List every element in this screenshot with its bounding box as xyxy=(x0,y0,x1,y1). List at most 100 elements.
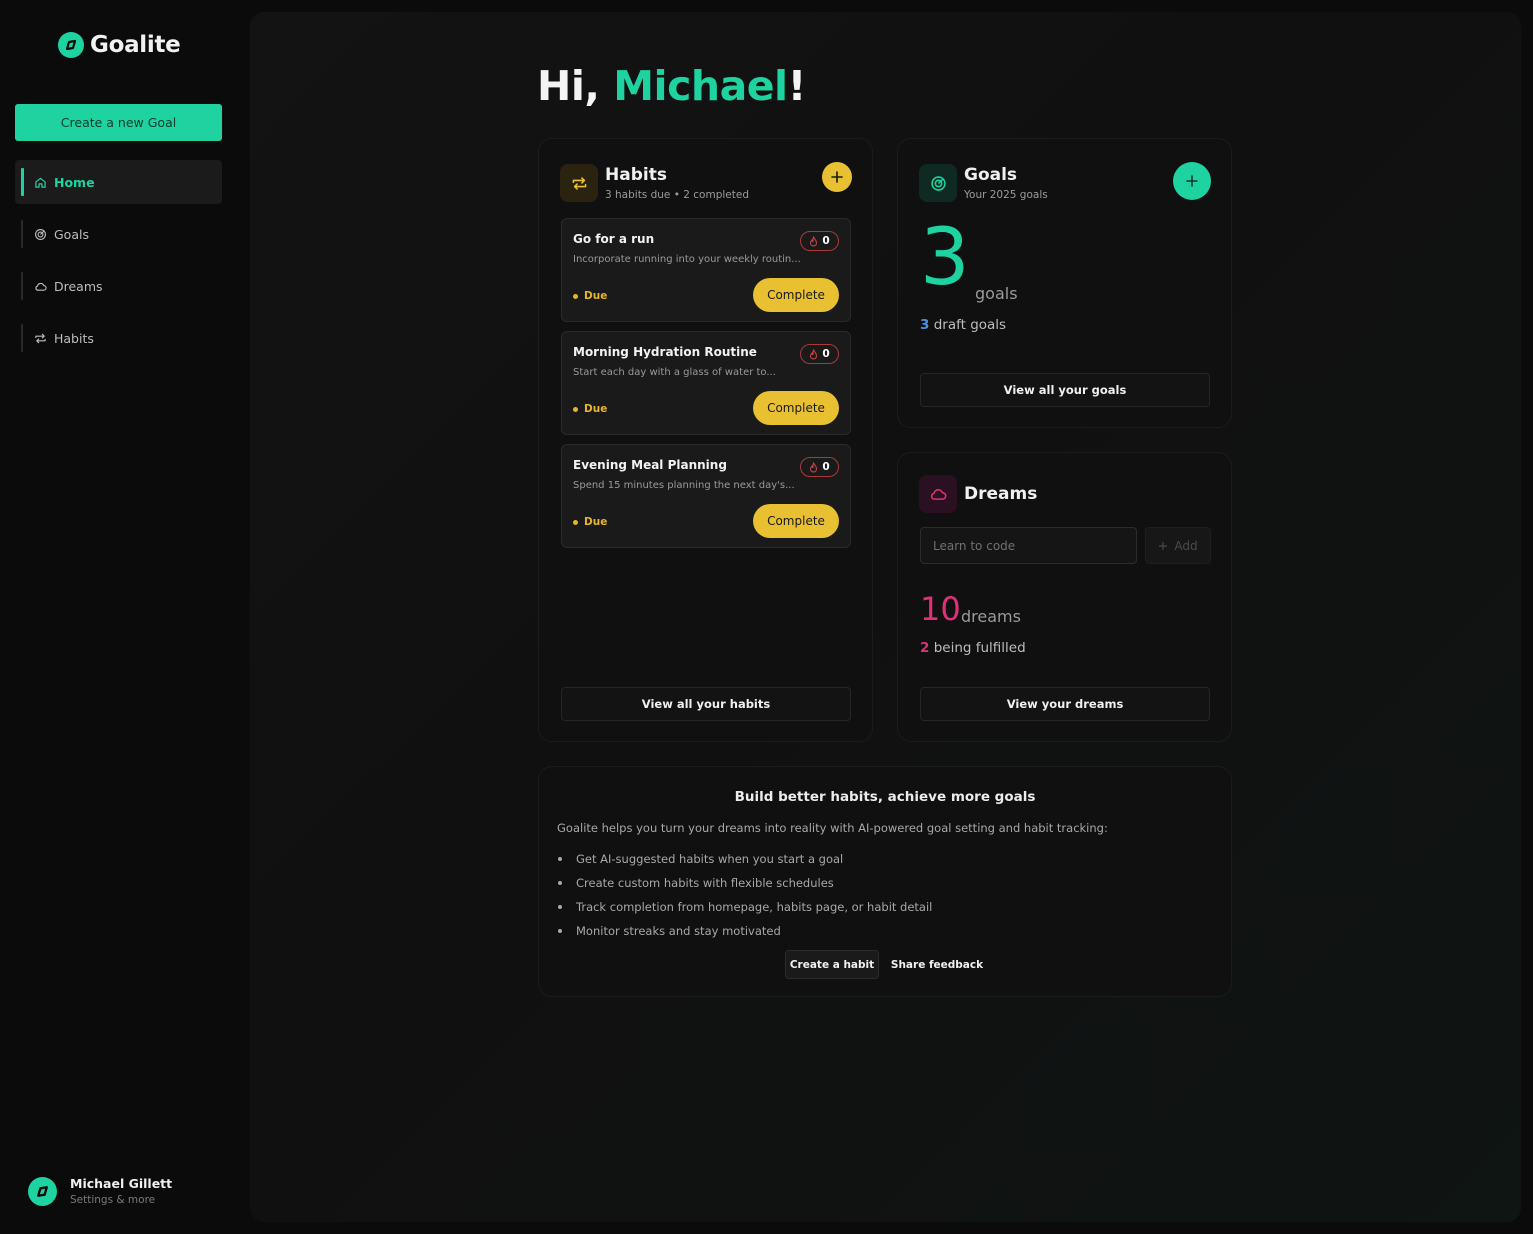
due-dot xyxy=(573,293,578,299)
sidebar-item-label: Goals xyxy=(54,226,89,242)
dreams-icon-tile xyxy=(919,475,957,513)
add-dream-label: Add xyxy=(1174,538,1198,553)
bullet xyxy=(558,929,562,933)
habit-name: Go for a run xyxy=(573,232,655,246)
plus-icon xyxy=(1186,175,1198,187)
add-habit-button[interactable] xyxy=(822,162,852,192)
dreams-fulfilled: 2 being fulfilled xyxy=(920,640,1026,656)
add-goal-button[interactable] xyxy=(1173,162,1211,200)
due-status: Due xyxy=(573,403,607,415)
nav-indicator xyxy=(21,324,23,352)
habit-card[interactable]: Go for a run Incorporate running into yo… xyxy=(561,218,851,322)
list-item: Create custom habits with flexible sched… xyxy=(557,871,932,895)
habit-card[interactable]: Evening Meal Planning Spend 15 minutes p… xyxy=(561,444,851,548)
goals-subtitle: Your 2025 goals xyxy=(964,189,1048,201)
sidebar: Goalite Create a new Goal Home Goals Dre… xyxy=(0,0,238,1234)
dreams-count: 10 xyxy=(920,590,961,628)
repeat-icon xyxy=(35,333,46,343)
page-title: Hi, Michael! xyxy=(537,62,806,110)
goals-card: Goals Your 2025 goals 3 goals 3 draft go… xyxy=(897,138,1232,428)
list-item: Monitor streaks and stay motivated xyxy=(557,919,932,943)
nav-indicator xyxy=(21,272,23,300)
habit-description: Spend 15 minutes planning the next day's… xyxy=(573,480,795,491)
flame-icon xyxy=(810,461,818,472)
habit-description: Start each day with a glass of water to.… xyxy=(573,367,776,378)
info-intro: Goalite helps you turn your dreams into … xyxy=(557,821,1108,835)
streak-badge: 0 xyxy=(800,231,839,251)
sidebar-item-label: Habits xyxy=(54,330,94,346)
flame-icon xyxy=(810,235,818,246)
flame-icon xyxy=(810,348,818,359)
nav-indicator xyxy=(21,220,23,248)
sidebar-item-label: Dreams xyxy=(54,278,103,294)
goals-icon-tile xyxy=(919,164,957,202)
bullet xyxy=(558,881,562,885)
cloud-icon xyxy=(930,489,947,500)
streak-count: 0 xyxy=(822,235,830,247)
streak-count: 0 xyxy=(822,461,830,473)
complete-habit-button[interactable]: Complete xyxy=(753,391,839,425)
complete-habit-button[interactable]: Complete xyxy=(753,504,839,538)
goals-title: Goals xyxy=(964,165,1018,185)
view-dreams-button[interactable]: View your dreams xyxy=(920,687,1210,721)
dreams-card: Dreams Add 10 dreams 2 being fulfilled V… xyxy=(897,452,1232,742)
info-title: Build better habits, achieve more goals xyxy=(734,789,1036,805)
bullet xyxy=(558,857,562,861)
main-panel xyxy=(250,12,1521,1222)
list-item-text: Monitor streaks and stay motivated xyxy=(576,924,781,938)
due-status: Due xyxy=(573,516,607,528)
fulfilled-count: 2 xyxy=(920,640,930,656)
active-indicator xyxy=(21,168,24,196)
draft-label: draft goals xyxy=(933,317,1007,333)
target-icon xyxy=(35,228,46,240)
app-logo[interactable]: Goalite xyxy=(58,30,181,60)
feature-list: Get AI-suggested habits when you start a… xyxy=(557,847,932,943)
bullet xyxy=(558,905,562,909)
habit-name: Morning Hydration Routine xyxy=(573,345,757,359)
user-settings-link: Settings & more xyxy=(70,1194,156,1206)
draft-count: 3 xyxy=(920,317,930,333)
habit-name: Evening Meal Planning xyxy=(573,458,727,472)
info-card: Build better habits, achieve more goals … xyxy=(538,766,1232,997)
goalite-logo-icon xyxy=(58,32,84,58)
list-item-text: Get AI-suggested habits when you start a… xyxy=(576,852,844,866)
fulfilled-label: being fulfilled xyxy=(933,640,1026,656)
list-item: Get AI-suggested habits when you start a… xyxy=(557,847,932,871)
dreams-title: Dreams xyxy=(964,484,1038,504)
list-item: Track completion from homepage, habits p… xyxy=(557,895,932,919)
sidebar-item-home[interactable]: Home xyxy=(15,160,222,204)
due-label: Due xyxy=(584,403,608,415)
draft-goals: 3 draft goals xyxy=(920,317,1006,333)
plus-icon xyxy=(831,171,843,183)
create-goal-button[interactable]: Create a new Goal xyxy=(15,104,222,141)
list-item-text: Create custom habits with flexible sched… xyxy=(576,876,834,890)
due-dot xyxy=(573,406,578,412)
habit-card[interactable]: Morning Hydration Routine Start each day… xyxy=(561,331,851,435)
complete-habit-button[interactable]: Complete xyxy=(753,278,839,312)
dream-input[interactable] xyxy=(920,527,1137,564)
sidebar-item-habits[interactable]: Habits xyxy=(15,316,222,360)
sidebar-item-label: Home xyxy=(54,174,95,190)
sidebar-item-goals[interactable]: Goals xyxy=(15,212,222,256)
habits-icon-tile xyxy=(560,164,598,202)
share-feedback-button[interactable]: Share feedback xyxy=(889,950,985,979)
user-profile[interactable]: Michael Gillett Settings & more xyxy=(28,1176,172,1206)
repeat-icon xyxy=(572,176,586,190)
habit-description: Incorporate running into your weekly rou… xyxy=(573,254,801,265)
cloud-icon xyxy=(35,282,47,291)
add-dream-button[interactable]: Add xyxy=(1145,527,1211,564)
streak-badge: 0 xyxy=(800,344,839,364)
view-all-goals-button[interactable]: View all your goals xyxy=(920,373,1210,407)
due-label: Due xyxy=(584,290,608,302)
goals-count: 3 xyxy=(920,213,970,303)
list-item-text: Track completion from homepage, habits p… xyxy=(576,900,933,914)
goals-count-label: goals xyxy=(975,284,1018,303)
view-all-habits-button[interactable]: View all your habits xyxy=(561,687,851,721)
create-habit-button[interactable]: Create a habit xyxy=(785,950,879,979)
streak-count: 0 xyxy=(822,348,830,360)
habits-subtitle: 3 habits due • 2 completed xyxy=(605,189,749,201)
plus-icon xyxy=(1159,541,1168,550)
sidebar-item-dreams[interactable]: Dreams xyxy=(15,264,222,308)
target-icon xyxy=(930,175,946,191)
streak-badge: 0 xyxy=(800,457,839,477)
